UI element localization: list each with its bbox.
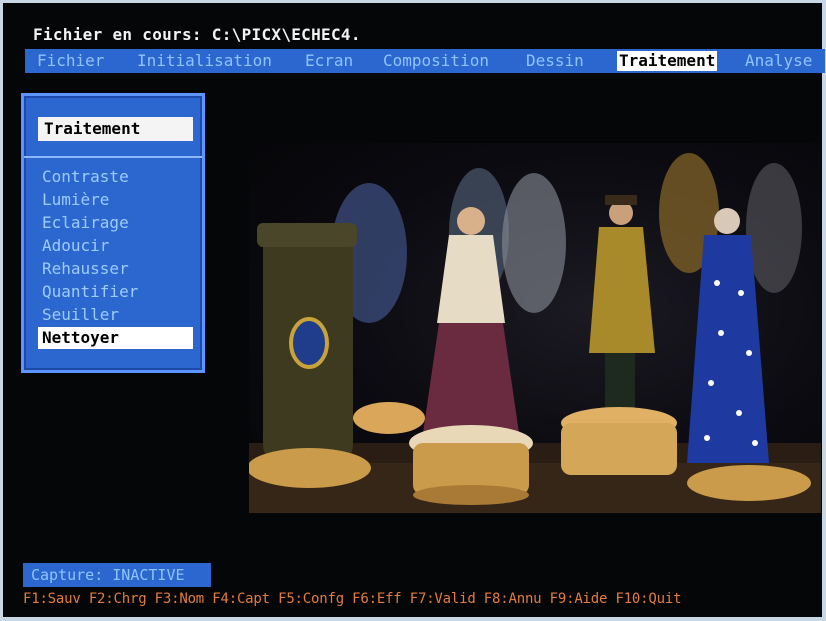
capture-status: Capture: INACTIVE: [23, 563, 211, 587]
option-adoucir[interactable]: Adoucir: [42, 235, 109, 257]
chess-pieces-image: [249, 143, 821, 513]
option-rehausser[interactable]: Rehausser: [42, 258, 129, 280]
option-nettoyer[interactable]: Nettoyer: [38, 327, 193, 349]
menu-traitement[interactable]: Traitement: [617, 51, 718, 71]
option-contraste[interactable]: Contraste: [42, 166, 129, 188]
panel-title: Traitement: [38, 117, 193, 141]
menu-ecran[interactable]: Ecran: [303, 51, 355, 71]
menu-initialisation[interactable]: Initialisation: [135, 51, 274, 71]
menu-fichier[interactable]: Fichier: [35, 51, 106, 71]
current-file-title: Fichier en cours: C:\PICX\ECHEC4.: [33, 25, 361, 44]
menu-composition[interactable]: Composition: [381, 51, 491, 71]
chess-pieces-illustration: [249, 153, 821, 513]
menu-analyse[interactable]: Analyse: [743, 51, 814, 71]
option-seuiller[interactable]: Seuiller: [42, 304, 119, 326]
function-key-bar: F1:Sauv F2:Chrg F3:Nom F4:Capt F5:Confg …: [23, 591, 682, 607]
menu-bar: Fichier Initialisation Ecran Composition…: [25, 49, 825, 73]
traitement-dropdown-panel: Traitement Contraste Lumière Eclairage A…: [21, 93, 205, 373]
option-lumiere[interactable]: Lumière: [42, 189, 109, 211]
panel-divider: [24, 156, 202, 158]
option-eclairage[interactable]: Eclairage: [42, 212, 129, 234]
option-quantifier[interactable]: Quantifier: [42, 281, 138, 303]
menu-dessin[interactable]: Dessin: [524, 51, 586, 71]
dos-screen: Fichier en cours: C:\PICX\ECHEC4. Fichie…: [0, 0, 826, 621]
